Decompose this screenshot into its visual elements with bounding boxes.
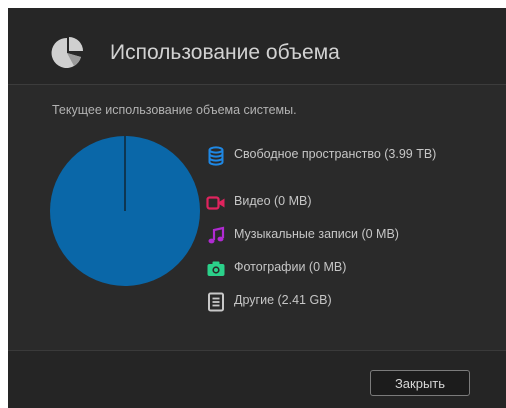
volume-usage-dialog: Использование объема Текущее использован… — [8, 8, 506, 408]
document-icon — [208, 292, 224, 312]
legend-label: Свободное пространство (3.99 TB) — [234, 147, 437, 161]
close-button[interactable]: Закрыть — [370, 370, 470, 396]
dialog-header: Использование объема — [8, 8, 506, 85]
dialog-subtitle: Текущее использование объема системы. — [52, 103, 297, 117]
video-camera-icon — [206, 196, 225, 210]
legend-label: Другие (2.41 GB) — [234, 293, 332, 307]
legend-label: Фотографии (0 MB) — [234, 260, 347, 274]
music-note-icon — [208, 226, 225, 244]
pie-chart-icon — [51, 37, 83, 68]
database-icon — [208, 146, 224, 166]
camera-icon — [207, 261, 225, 276]
legend-label: Видео (0 MB) — [234, 194, 312, 208]
dialog-title: Использование объема — [110, 41, 340, 64]
usage-pie-chart — [50, 136, 200, 286]
legend-label: Музыкальные записи (0 MB) — [234, 227, 399, 241]
